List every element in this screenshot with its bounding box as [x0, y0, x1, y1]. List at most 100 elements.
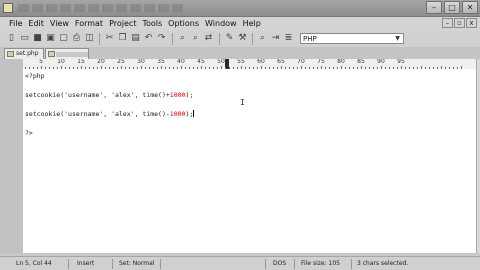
menu-options[interactable]: Options — [165, 17, 202, 31]
code-token: 1000 — [169, 91, 186, 99]
open-folder-icon[interactable]: ▭ — [19, 33, 30, 44]
ruler-number: 35 — [157, 59, 165, 65]
menu-project[interactable]: Project — [106, 17, 139, 31]
tools-icon[interactable]: ✎ — [224, 33, 235, 44]
menu-edit[interactable]: Edit — [25, 17, 47, 31]
status-mode: Insert — [77, 260, 95, 267]
menu-view[interactable]: View — [47, 17, 72, 31]
redo-icon[interactable]: ↷ — [156, 33, 167, 44]
code-token: <?php — [25, 72, 45, 80]
code-line[interactable]: <?php — [25, 72, 45, 80]
menu-format[interactable]: Format — [72, 17, 106, 31]
code-line[interactable]: ?> — [25, 129, 33, 137]
save-icon[interactable]: ■ — [32, 33, 43, 44]
ruler-number: 60 — [257, 59, 265, 65]
toolbar-divider — [252, 33, 253, 45]
ruler-number: 70 — [297, 59, 305, 65]
status-divider — [68, 259, 69, 269]
replace-icon[interactable]: ⇄ — [203, 33, 214, 44]
print-icon[interactable]: ⎙ — [71, 33, 82, 44]
title-bar: – □ ✕ — [0, 0, 480, 17]
cut-icon[interactable]: ✂ — [104, 33, 115, 44]
find-next-icon[interactable]: ⌕ — [190, 33, 201, 44]
ruler-number: 10 — [57, 59, 65, 65]
code-token: setcookie('username', 'alex', time()- — [25, 110, 170, 118]
menu-help[interactable]: Help — [240, 17, 264, 31]
document-window-controls: – ▫ x — [442, 18, 477, 28]
tab-label: set.php — [16, 50, 39, 57]
code-token: ?> — [25, 129, 33, 137]
status-syntax: Set: Normal — [119, 260, 155, 267]
doc-minimize-button[interactable]: – — [442, 18, 453, 28]
maximize-button[interactable]: □ — [444, 1, 460, 14]
toolbar: ▯ ▭ ■ ▣ ▢ ⎙ ◫ ✂ ❐ ▤ ↶ ↷ ⌕ ⌕ ⇄ ✎ ⚒ ⌕ ⇥ ≣ … — [0, 31, 480, 48]
copy-icon[interactable]: ❐ — [117, 33, 128, 44]
code-line[interactable]: setcookie('username', 'alex', time()-100… — [25, 110, 195, 118]
paste-icon[interactable]: ▤ — [130, 33, 141, 44]
minimize-button[interactable]: – — [426, 1, 442, 14]
code-token: ); — [185, 110, 194, 118]
chevron-down-icon: ▼ — [395, 35, 400, 42]
menu-tools[interactable]: Tools — [139, 17, 165, 31]
status-divider — [112, 259, 113, 269]
ruler-number: 55 — [237, 59, 245, 65]
ruler-number: 25 — [117, 59, 125, 65]
status-divider — [351, 259, 352, 269]
ruler-number: 30 — [137, 59, 145, 65]
code-editor[interactable]: <?php setcookie('username', 'alex', time(… — [23, 69, 476, 253]
status-file-size: File size: 105 — [301, 260, 340, 267]
ruler-number: 20 — [97, 59, 105, 65]
status-bar: Ln 5, Col 44 Insert Set: Normal DOS File… — [0, 256, 480, 270]
ruler-number: 40 — [177, 59, 185, 65]
app-icon — [3, 3, 13, 13]
status-divider — [265, 259, 266, 269]
menu-window[interactable]: Window — [202, 17, 240, 31]
line-gutter — [0, 59, 23, 253]
window-title — [16, 1, 186, 15]
ruler-number: 80 — [337, 59, 345, 65]
new-file-icon[interactable]: ▯ — [6, 33, 17, 44]
print-preview-icon[interactable]: ◫ — [84, 33, 95, 44]
tab-set-php[interactable]: set.php — [4, 48, 44, 59]
code-token: setcookie('username', 'alex', time()+ — [25, 91, 170, 99]
vertical-scrollbar[interactable] — [476, 59, 480, 253]
close-file-icon[interactable]: ▢ — [58, 33, 69, 44]
ruler-number: 85 — [357, 59, 365, 65]
status-selection: 3 chars selected. — [357, 260, 409, 267]
language-value: PHP — [303, 35, 317, 43]
ruler-number: 65 — [277, 59, 285, 65]
tab-label-blurred — [56, 52, 88, 57]
window-controls: – □ ✕ — [426, 1, 478, 15]
code-line[interactable]: setcookie('username', 'alex', time()+100… — [25, 91, 193, 99]
toolbar-divider — [219, 33, 220, 45]
text-caret — [193, 110, 195, 117]
language-select[interactable]: PHP ▼ — [300, 33, 404, 44]
status-line-ending: DOS — [273, 260, 287, 267]
php-file-icon — [7, 51, 14, 57]
tab-second-file[interactable] — [45, 48, 89, 59]
menu-bar: File Edit View Format Project Tools Opti… — [0, 17, 480, 31]
status-divider — [294, 259, 295, 269]
mouse-ibeam-cursor: I — [240, 98, 245, 107]
ruler-number: 95 — [397, 59, 405, 65]
ruler-number: 45 — [197, 59, 205, 65]
doc-restore-button[interactable]: ▫ — [454, 18, 465, 28]
close-button[interactable]: ✕ — [462, 1, 478, 14]
document-map-icon[interactable]: ≣ — [283, 33, 294, 44]
toolbar-divider — [99, 33, 100, 45]
ruler-number: 75 — [317, 59, 325, 65]
doc-close-button[interactable]: x — [466, 18, 477, 28]
find-icon[interactable]: ⌕ — [177, 33, 188, 44]
undo-icon[interactable]: ↶ — [143, 33, 154, 44]
ruler-number: 50 — [217, 59, 225, 65]
save-all-icon[interactable]: ▣ — [45, 33, 56, 44]
ruler-number: 90 — [377, 59, 385, 65]
code-token: ); — [185, 91, 194, 99]
toolbar-divider — [172, 33, 173, 45]
go-to-icon[interactable]: ⇥ — [270, 33, 281, 44]
file-icon — [48, 51, 55, 57]
ruler-number: 5 — [39, 59, 43, 65]
search-files-icon[interactable]: ⌕ — [257, 33, 268, 44]
menu-file[interactable]: File — [6, 17, 25, 31]
wrench-icon[interactable]: ⚒ — [237, 33, 248, 44]
